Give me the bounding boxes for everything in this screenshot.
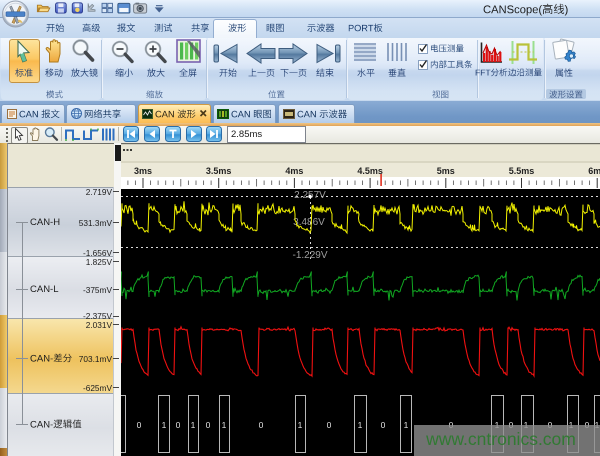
svg-text:6ms: 6ms [588, 166, 600, 176]
svg-text:5ms: 5ms [437, 166, 455, 176]
svg-text:0: 0 [327, 420, 332, 430]
svg-text:1: 1 [298, 420, 303, 430]
svg-text:3ms: 3ms [134, 166, 152, 176]
svg-text:1: 1 [191, 420, 196, 430]
svg-text:1: 1 [222, 420, 227, 430]
svg-text:1: 1 [404, 420, 409, 430]
svg-text:0: 0 [176, 420, 181, 430]
svg-text:4.5ms: 4.5ms [357, 166, 383, 176]
svg-text:4ms: 4ms [285, 166, 303, 176]
svg-text:1: 1 [358, 420, 363, 430]
svg-text:-1.229V: -1.229V [292, 250, 327, 261]
svg-text:3.5ms: 3.5ms [206, 166, 232, 176]
svg-text:5.5ms: 5.5ms [509, 166, 535, 176]
svg-text:0: 0 [259, 420, 264, 430]
svg-text:0: 0 [381, 420, 386, 430]
svg-text:1: 1 [162, 420, 167, 430]
svg-text:0: 0 [137, 420, 142, 430]
svg-text:0: 0 [206, 420, 211, 430]
svg-text:www.cntronics.com: www.cntronics.com [425, 429, 576, 449]
